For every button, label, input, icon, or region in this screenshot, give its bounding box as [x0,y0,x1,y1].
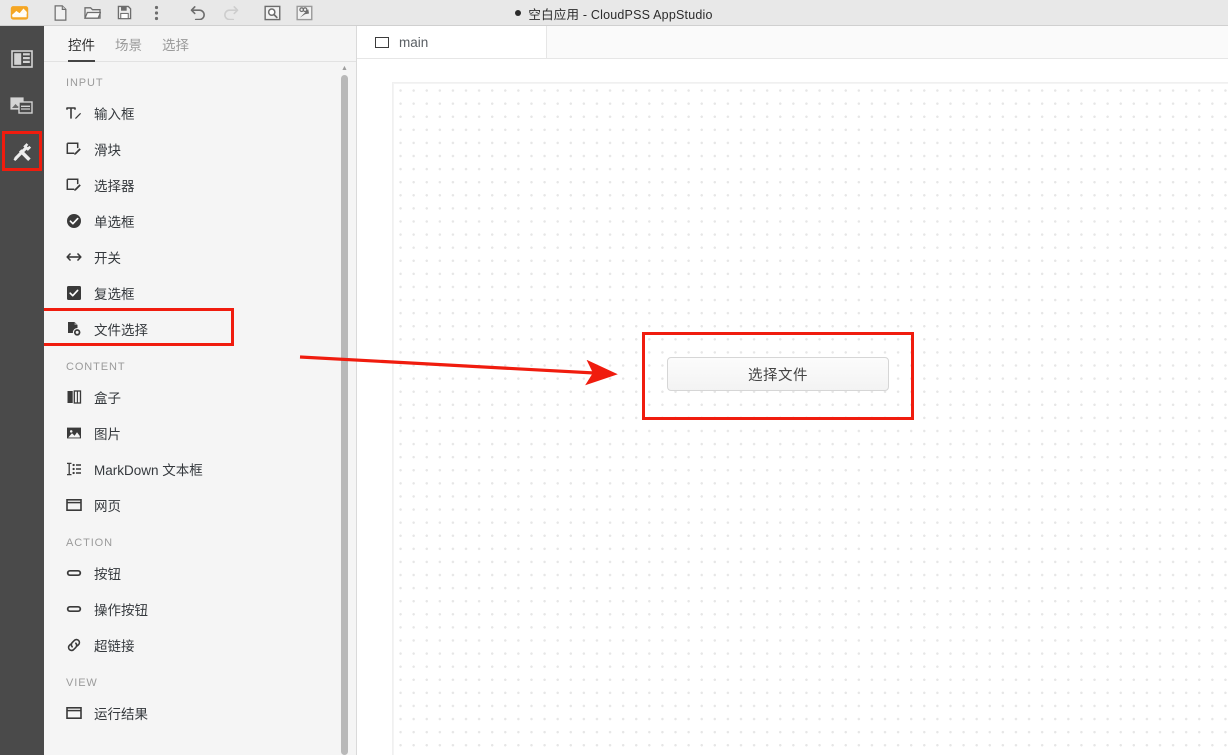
box-icon [66,389,82,405]
radio-icon [66,213,82,229]
editor-tab-bar: main [357,26,1228,59]
list-item-file-picker[interactable]: 文件选择 [44,308,357,347]
list-item-label: 选择器 [94,179,135,194]
list-item-label: 输入框 [94,107,135,122]
button-icon [66,565,82,581]
component-panel: 控件 场景 选择 INPUT 输入框 滑块 选择器 单选框 开关 复选框 文件选… [44,26,357,755]
undo-icon[interactable] [182,0,214,26]
list-item-radio[interactable]: 单选框 [44,203,357,239]
editor-area: main 选择文件 [357,26,1228,755]
file-picker-icon [66,321,82,337]
preview-icon[interactable] [256,0,288,26]
list-item-label: 按钮 [94,567,121,582]
scroll-up-arrow-icon[interactable]: ▲ [341,65,348,73]
group-label-action: ACTION [66,537,113,549]
text-input-icon [66,105,82,121]
list-item-action-button[interactable]: 操作按钮 [44,591,357,627]
result-view-icon [66,705,82,721]
page-icon [375,36,389,48]
group-label-content: CONTENT [66,361,126,373]
select-file-button[interactable]: 选择文件 [667,357,889,391]
tools-icon [12,142,31,161]
list-item-image[interactable]: 图片 [44,415,357,451]
tab-scenes-label: 场景 [115,38,142,53]
unsaved-indicator-dot [515,10,522,16]
list-item-hyperlink[interactable]: 超链接 [44,627,357,663]
link-icon [66,637,82,653]
panel-tab-bar: 控件 场景 选择 [44,26,356,62]
image-icon [66,425,82,441]
toolbar [44,0,320,26]
select-icon [66,177,82,193]
design-canvas[interactable]: 选择文件 [392,82,1228,755]
list-item-label: 单选框 [94,215,135,230]
list-item-label: 文件选择 [94,323,148,338]
panel-scrollbar[interactable]: ▲ [341,65,348,755]
save-icon[interactable] [108,0,140,26]
app-window: 空白应用 - CloudPSS AppStudio 控件 场景 选择 INPUT… [0,0,1228,755]
component-list: INPUT 输入框 滑块 选择器 单选框 开关 复选框 文件选择 CONTENT… [44,63,357,755]
action-button-icon [66,601,82,617]
tab-controls[interactable]: 控件 [58,34,105,62]
list-item-label: 超链接 [94,639,135,654]
list-item-label: 运行结果 [94,707,148,722]
tab-main-label: main [399,34,429,50]
panel-scrollbar-thumb[interactable] [341,75,348,755]
list-item-select[interactable]: 选择器 [44,167,357,203]
list-item-checkbox[interactable]: 复选框 [44,275,357,311]
tab-controls-label: 控件 [68,38,95,53]
checkbox-icon [66,285,82,301]
media-resources-icon [10,96,33,114]
list-item-result-view[interactable]: 运行结果 [44,695,357,731]
list-item-switch[interactable]: 开关 [44,239,357,275]
title-bar: 空白应用 - CloudPSS AppStudio [0,0,1228,26]
list-item-button[interactable]: 按钮 [44,555,357,591]
list-item-webpage[interactable]: 网页 [44,487,357,523]
list-item-label: 开关 [94,251,121,266]
list-item-label: 图片 [94,427,121,442]
webpage-icon [66,497,82,513]
tab-main[interactable]: main [357,26,547,58]
markdown-icon [66,461,82,477]
open-folder-icon[interactable] [76,0,108,26]
select-file-button-label: 选择文件 [748,367,808,384]
list-item-label: MarkDown 文本框 [94,463,203,478]
redo-icon[interactable] [214,0,246,26]
tab-selection-label: 选择 [162,38,189,53]
layout-panel-icon [11,50,33,68]
list-item-label: 网页 [94,499,121,514]
slider-icon [66,141,82,157]
publish-icon[interactable] [288,0,320,26]
list-item-box[interactable]: 盒子 [44,379,357,415]
cloudpss-logo-icon [6,0,32,26]
group-label-input: INPUT [66,77,104,89]
group-label-view: VIEW [66,677,98,689]
canvas-container: 选择文件 [357,59,1228,755]
file-picker-widget-annotation: 选择文件 [642,332,914,420]
list-item-markdown[interactable]: MarkDown 文本框 [44,451,357,487]
tab-scenes[interactable]: 场景 [105,34,152,61]
list-item-label: 操作按钮 [94,603,148,618]
switch-icon [66,249,82,265]
list-item-label: 盒子 [94,391,121,406]
activity-rail [0,26,44,755]
sidebar-item-layout[interactable] [0,36,44,82]
list-item-label: 复选框 [94,287,135,302]
new-file-icon[interactable] [44,0,76,26]
list-item-slider[interactable]: 滑块 [44,131,357,167]
list-item-label: 滑块 [94,143,121,158]
window-title-text: 空白应用 - CloudPSS AppStudio [528,7,713,22]
more-options-icon[interactable] [140,0,172,26]
tab-selection[interactable]: 选择 [152,34,199,61]
list-item-text-input[interactable]: 输入框 [44,95,357,131]
sidebar-item-tools[interactable] [0,128,44,174]
sidebar-item-resources[interactable] [0,82,44,128]
